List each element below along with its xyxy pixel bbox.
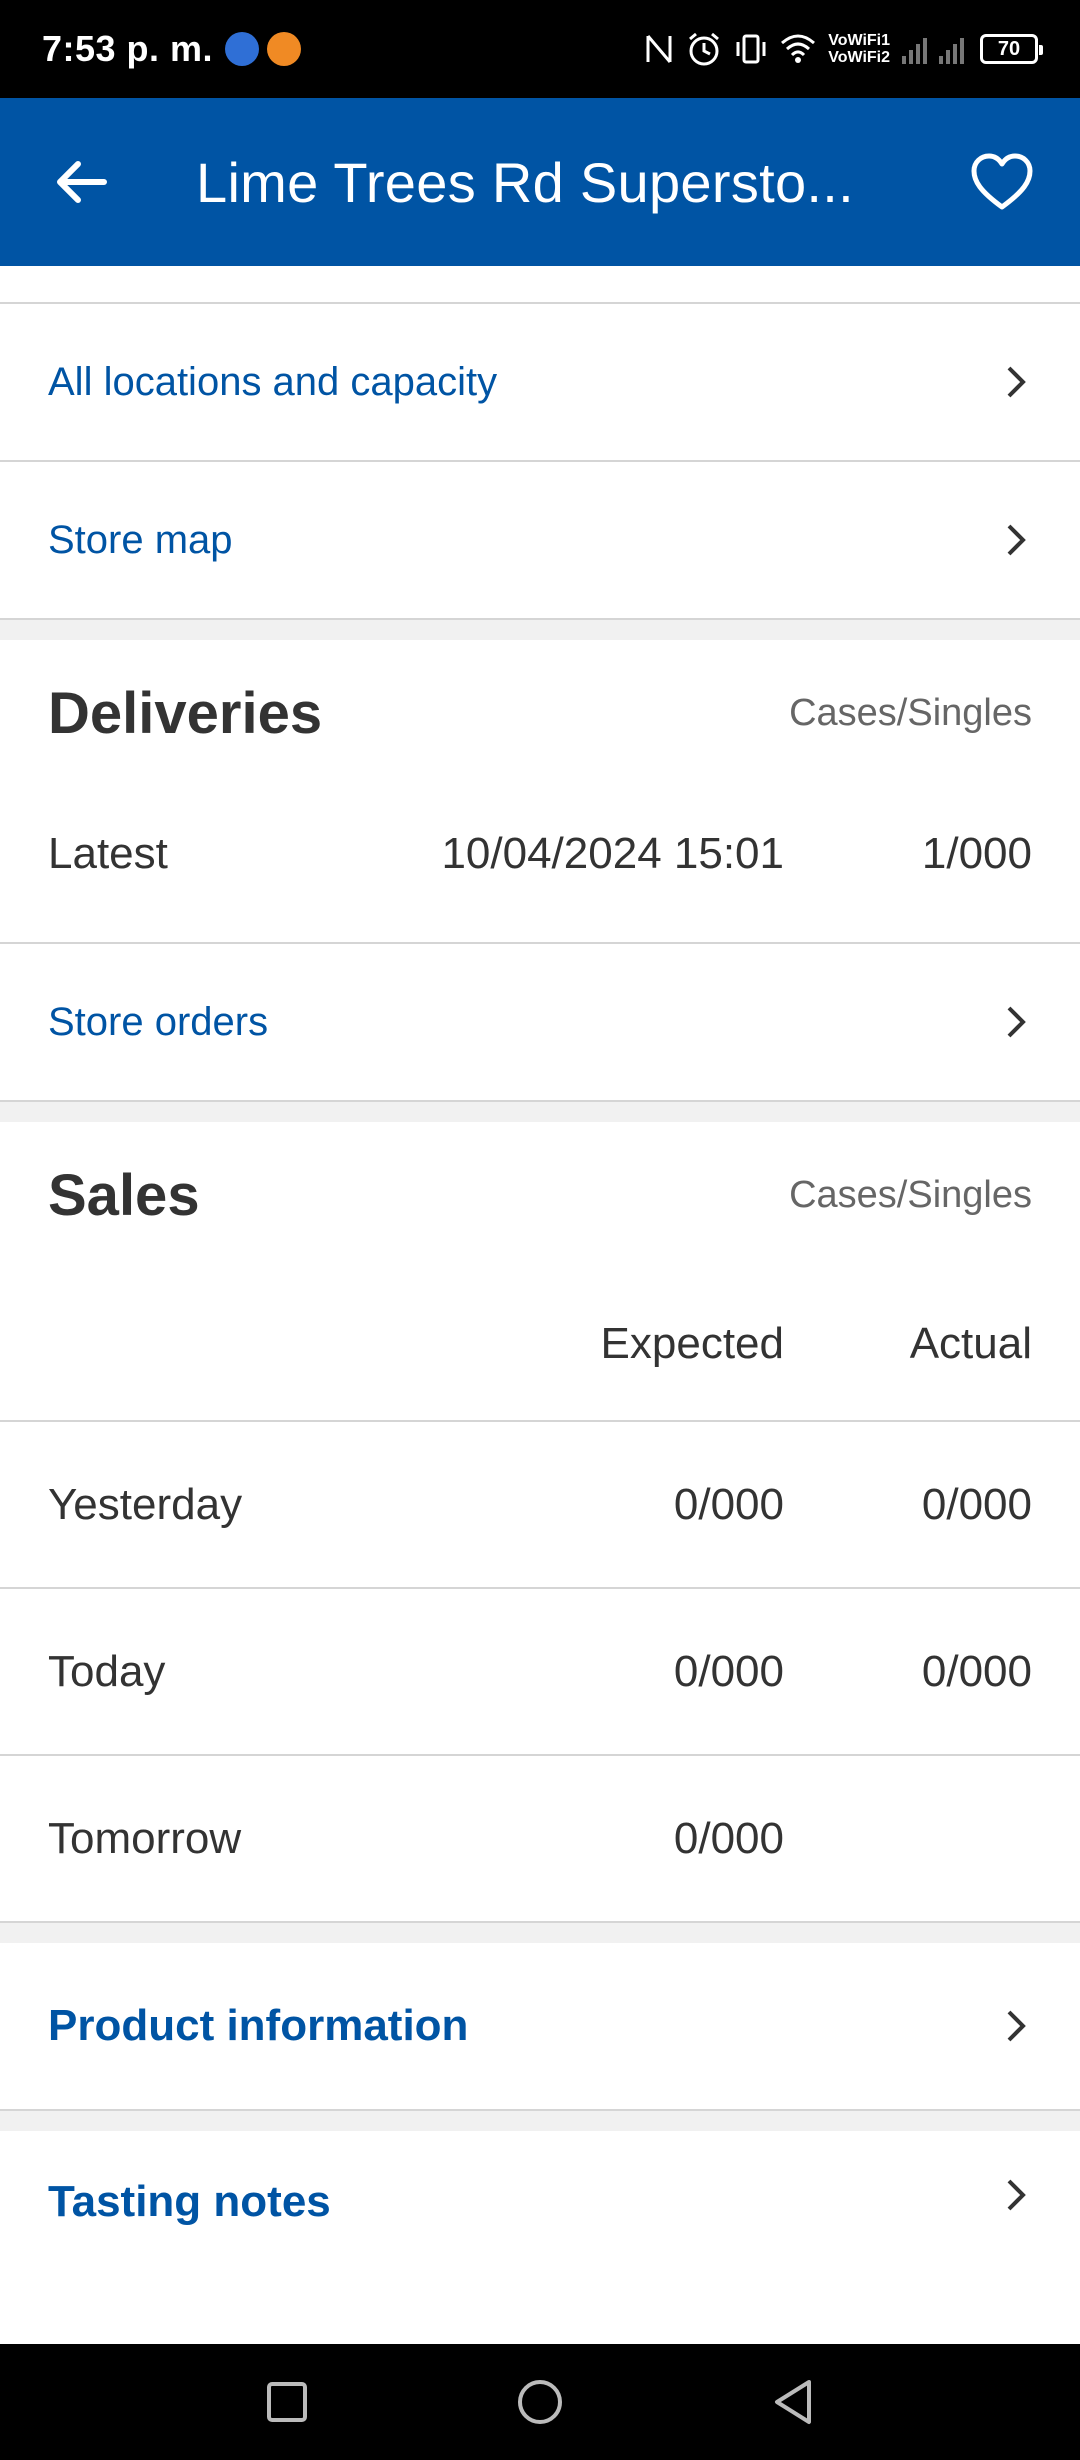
chevron-right-icon xyxy=(1002,522,1032,558)
app-bar: Lime Trees Rd Supersto... xyxy=(0,98,1080,266)
wifi-icon xyxy=(781,34,816,63)
home-button[interactable] xyxy=(495,2357,585,2447)
store-map-link[interactable]: Store map xyxy=(0,462,1080,618)
signal-2-icon xyxy=(939,34,964,64)
triangle-back-icon xyxy=(775,2380,812,2424)
favorite-button[interactable] xyxy=(962,142,1042,222)
scroll-content[interactable]: All locations and capacity Store map Del… xyxy=(0,266,1080,2344)
chevron-right-icon xyxy=(1002,2008,1032,2044)
app-notification-icon xyxy=(225,32,260,66)
sales-row-yesterday: Yesterday 0/000 0/000 xyxy=(0,1422,1080,1587)
status-time: 7:53 p. m. xyxy=(42,28,214,69)
store-map-label: Store map xyxy=(48,517,233,562)
sales-row-today: Today 0/000 0/000 xyxy=(0,1589,1080,1754)
chevron-right-icon xyxy=(1002,1004,1032,1040)
sales-row-label: Yesterday xyxy=(48,1479,243,1529)
status-bar: 7:53 p. m. VoWiFi1 VoWiFi2 70 xyxy=(0,0,1080,98)
store-orders-label: Store orders xyxy=(48,999,269,1044)
tasting-notes-label: Tasting notes xyxy=(48,2177,331,2226)
sales-row-label: Today xyxy=(48,1646,166,1696)
all-locations-link[interactable]: All locations and capacity xyxy=(0,304,1080,460)
sales-actual: 0/000 xyxy=(921,1479,1032,1529)
page-title: Lime Trees Rd Supersto... xyxy=(196,150,855,214)
store-orders-link[interactable]: Store orders xyxy=(0,944,1080,1100)
battery-level: 70 xyxy=(997,37,1021,60)
sales-unit: Cases/Singles xyxy=(789,1173,1032,1216)
vowifi-2-label: VoWiFi2 xyxy=(828,49,890,66)
square-icon xyxy=(266,2382,307,2422)
vibrate-icon xyxy=(736,34,766,64)
sales-title: Sales xyxy=(48,1162,200,1228)
delivery-value: 1/000 xyxy=(921,829,1032,878)
nfc-icon xyxy=(646,35,672,63)
vowifi-label: VoWiFi1 VoWiFi2 xyxy=(828,32,890,66)
section-separator xyxy=(0,1100,1080,1122)
sales-expected: 0/000 xyxy=(673,1813,784,1863)
sales-expected: 0/000 xyxy=(673,1479,784,1529)
back-button[interactable] xyxy=(40,141,122,223)
sales-row-label: Tomorrow xyxy=(48,1813,242,1863)
arrow-left-icon xyxy=(57,161,107,203)
circle-icon xyxy=(517,2380,562,2424)
all-locations-label: All locations and capacity xyxy=(48,359,498,404)
chevron-right-icon xyxy=(1002,364,1032,400)
system-nav-bar xyxy=(0,2344,1080,2460)
section-separator xyxy=(0,1921,1080,1943)
battery-icon: 70 xyxy=(980,34,1043,64)
delivery-row-latest: Latest 10/04/2024 15:01 1/000 xyxy=(0,766,1080,942)
back-nav-button[interactable] xyxy=(748,2357,838,2447)
sales-column-headers: Expected Actual xyxy=(0,1248,1080,1420)
sales-actual: 0/000 xyxy=(921,1646,1032,1696)
delivery-date: 10/04/2024 15:01 xyxy=(441,829,784,878)
sales-row-tomorrow: Tomorrow 0/000 xyxy=(0,1756,1080,1921)
app-notification-icon xyxy=(267,32,302,66)
product-information-label: Product information xyxy=(48,2001,469,2050)
deliveries-unit: Cases/Singles xyxy=(789,691,1032,734)
product-information-link[interactable]: Product information xyxy=(0,1943,1080,2109)
alarm-icon xyxy=(689,32,720,66)
sales-header: Sales Cases/Singles xyxy=(0,1122,1080,1248)
heart-outline-icon xyxy=(971,153,1033,210)
section-separator xyxy=(0,618,1080,640)
signal-1-icon xyxy=(902,34,927,64)
vowifi-1-label: VoWiFi1 xyxy=(828,32,890,49)
sales-expected: 0/000 xyxy=(673,1646,784,1696)
sales-col-actual: Actual xyxy=(909,1319,1032,1368)
delivery-label: Latest xyxy=(48,829,168,878)
chevron-right-icon xyxy=(1002,2177,1032,2213)
tasting-notes-link[interactable]: Tasting notes xyxy=(0,2131,1080,2297)
status-indicators: VoWiFi1 VoWiFi2 70 xyxy=(644,31,1043,67)
sales-col-expected: Expected xyxy=(600,1319,784,1368)
deliveries-header: Deliveries Cases/Singles xyxy=(0,640,1080,766)
recents-button[interactable] xyxy=(242,2357,332,2447)
deliveries-title: Deliveries xyxy=(48,680,323,746)
section-separator xyxy=(0,2109,1080,2131)
